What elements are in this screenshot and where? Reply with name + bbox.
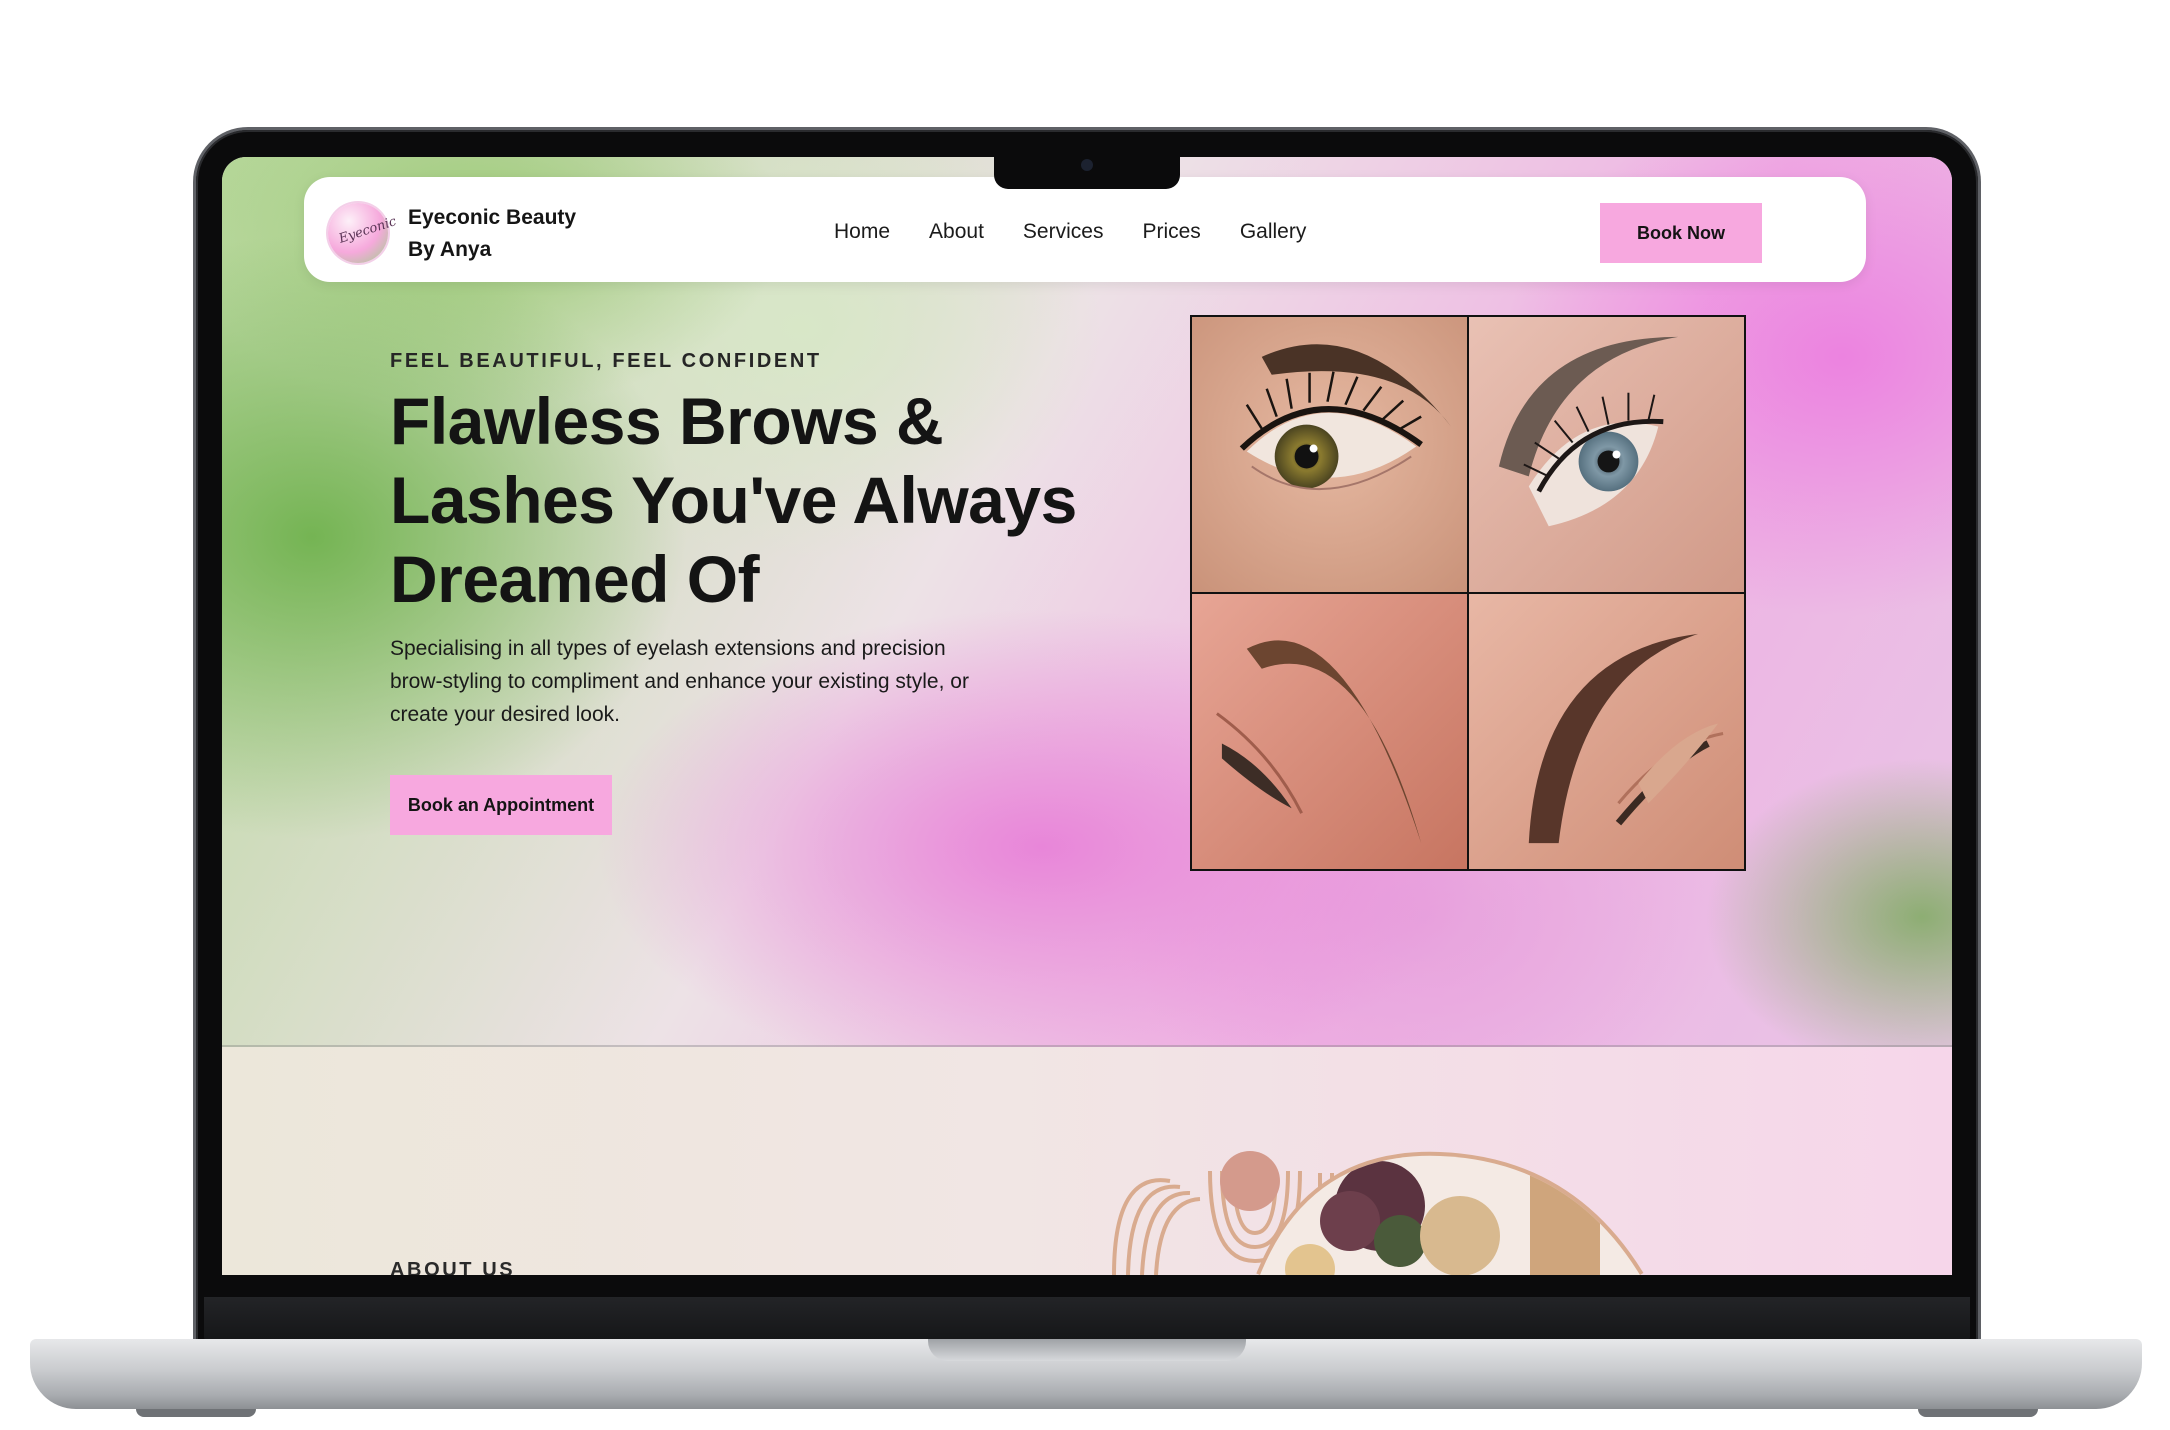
nav-link-home[interactable]: Home — [834, 212, 890, 252]
book-appointment-button[interactable]: Book an Appointment — [390, 775, 612, 835]
eye-lashes-photo-art — [1192, 317, 1467, 592]
laptop-foot-right — [1918, 1409, 2038, 1417]
nav-link-gallery[interactable]: Gallery — [1240, 212, 1307, 252]
brow-lashes-photo — [1469, 317, 1744, 592]
nav-link-services[interactable]: Services — [1023, 212, 1104, 252]
top-navbar: Eyeconic Eyeconic Beauty By Anya Home Ab… — [304, 177, 1866, 282]
brow-shaped-photo-art — [1469, 594, 1744, 869]
brand-logo-icon[interactable]: Eyeconic — [328, 203, 398, 263]
brand-name-line2: By Anya — [408, 238, 492, 261]
nav-link-prices[interactable]: Prices — [1142, 212, 1200, 252]
brow-closeup-photo — [1192, 594, 1467, 869]
hero-headline: Flawless Brows & Lashes You've Always Dr… — [390, 384, 1077, 616]
laptop-foot-left — [136, 1409, 256, 1417]
about-decor-illustration — [1112, 1151, 1644, 1275]
brand-name-line1: Eyeconic Beauty — [408, 206, 577, 229]
laptop-hinge — [204, 1297, 1970, 1341]
brow-lashes-photo-art — [1469, 317, 1744, 592]
nav-links: Home About Services Prices Gallery — [834, 212, 1306, 252]
hero-eyebrow: FEEL BEAUTIFUL, FEEL CONFIDENT — [390, 350, 822, 372]
about-section-label: ABOUT US — [390, 1259, 516, 1275]
hero-photo-grid — [1190, 315, 1746, 871]
camera-icon — [1081, 159, 1093, 171]
book-now-button[interactable]: Book Now — [1600, 203, 1762, 263]
brow-closeup-photo-art — [1192, 594, 1467, 869]
brand-name[interactable]: Eyeconic Beauty By Anya — [408, 202, 608, 266]
hero-description: Specialising in all types of eyelash ext… — [390, 637, 969, 726]
brow-shaped-photo — [1469, 594, 1744, 869]
laptop-base-notch — [928, 1339, 1246, 1361]
eye-lashes-photo — [1192, 317, 1467, 592]
nav-link-about[interactable]: About — [929, 212, 984, 252]
browser-screen: Eyeconic Eyeconic Beauty By Anya Home Ab… — [222, 157, 1952, 1275]
